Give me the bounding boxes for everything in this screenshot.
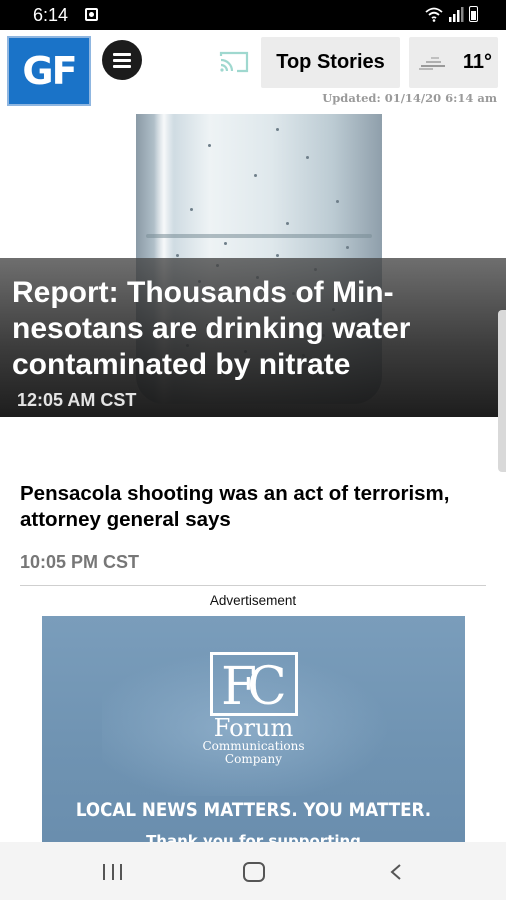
navigation-bar: [0, 842, 506, 900]
status-time: 6:14: [33, 5, 69, 25]
story-timestamp: 10:05 PM CST: [20, 552, 140, 572]
menu-icon-line: [113, 52, 131, 56]
logo-glyph-c: C: [247, 657, 287, 717]
ad-slogan: LOCAL NEWS MATTERS. YOU MATTER.: [75, 799, 432, 821]
battery-icon: [469, 6, 478, 22]
ad-brand-name: Forum: [213, 714, 294, 742]
back-icon[interactable]: [388, 863, 404, 881]
weather-button[interactable]: 11°: [409, 37, 498, 88]
status-icons: [425, 6, 478, 22]
ad-brand-sub: Communications Company: [42, 740, 465, 766]
menu-button[interactable]: [102, 40, 142, 80]
app-header: GF Top Stories 11° Updated: 01/14/20 6:1…: [0, 30, 506, 114]
notification-icon: [85, 8, 98, 21]
signal-icon: [449, 7, 464, 22]
weather-temp: 11°: [462, 51, 492, 73]
recents-icon[interactable]: [103, 864, 122, 880]
menu-icon-line: [113, 58, 131, 62]
ad-label: Advertisement: [209, 593, 297, 608]
forum-logo-mark: F C: [210, 652, 298, 716]
cloud-icon: [419, 57, 445, 70]
ad-brand-sub-2: Company: [224, 752, 283, 766]
wifi-icon: [425, 7, 443, 22]
home-icon[interactable]: [243, 862, 265, 882]
story-headline[interactable]: Pensacola shooting was an act of terrori…: [20, 481, 480, 533]
updated-timestamp: Updated: 01/14/20 6:14 am: [322, 91, 497, 105]
menu-icon-line: [113, 64, 131, 68]
top-stories-button[interactable]: Top Stories: [261, 37, 400, 88]
hero-timestamp: 12:05 AM CST: [17, 390, 137, 410]
logo[interactable]: GF: [7, 36, 91, 106]
edge-panel-handle[interactable]: [498, 310, 506, 472]
ad-thanks: Thank you for supporting: [146, 832, 361, 842]
status-bar: 6:14: [0, 0, 506, 30]
hero-story[interactable]: Report: Thousands of Min-nesotans are dr…: [0, 114, 506, 417]
hero-headline[interactable]: Report: Thousands of Min-nesotans are dr…: [12, 275, 492, 383]
cast-icon[interactable]: [218, 50, 250, 74]
divider: [20, 585, 486, 586]
ad-banner[interactable]: F C Forum Communications Company LOCAL N…: [42, 616, 465, 842]
